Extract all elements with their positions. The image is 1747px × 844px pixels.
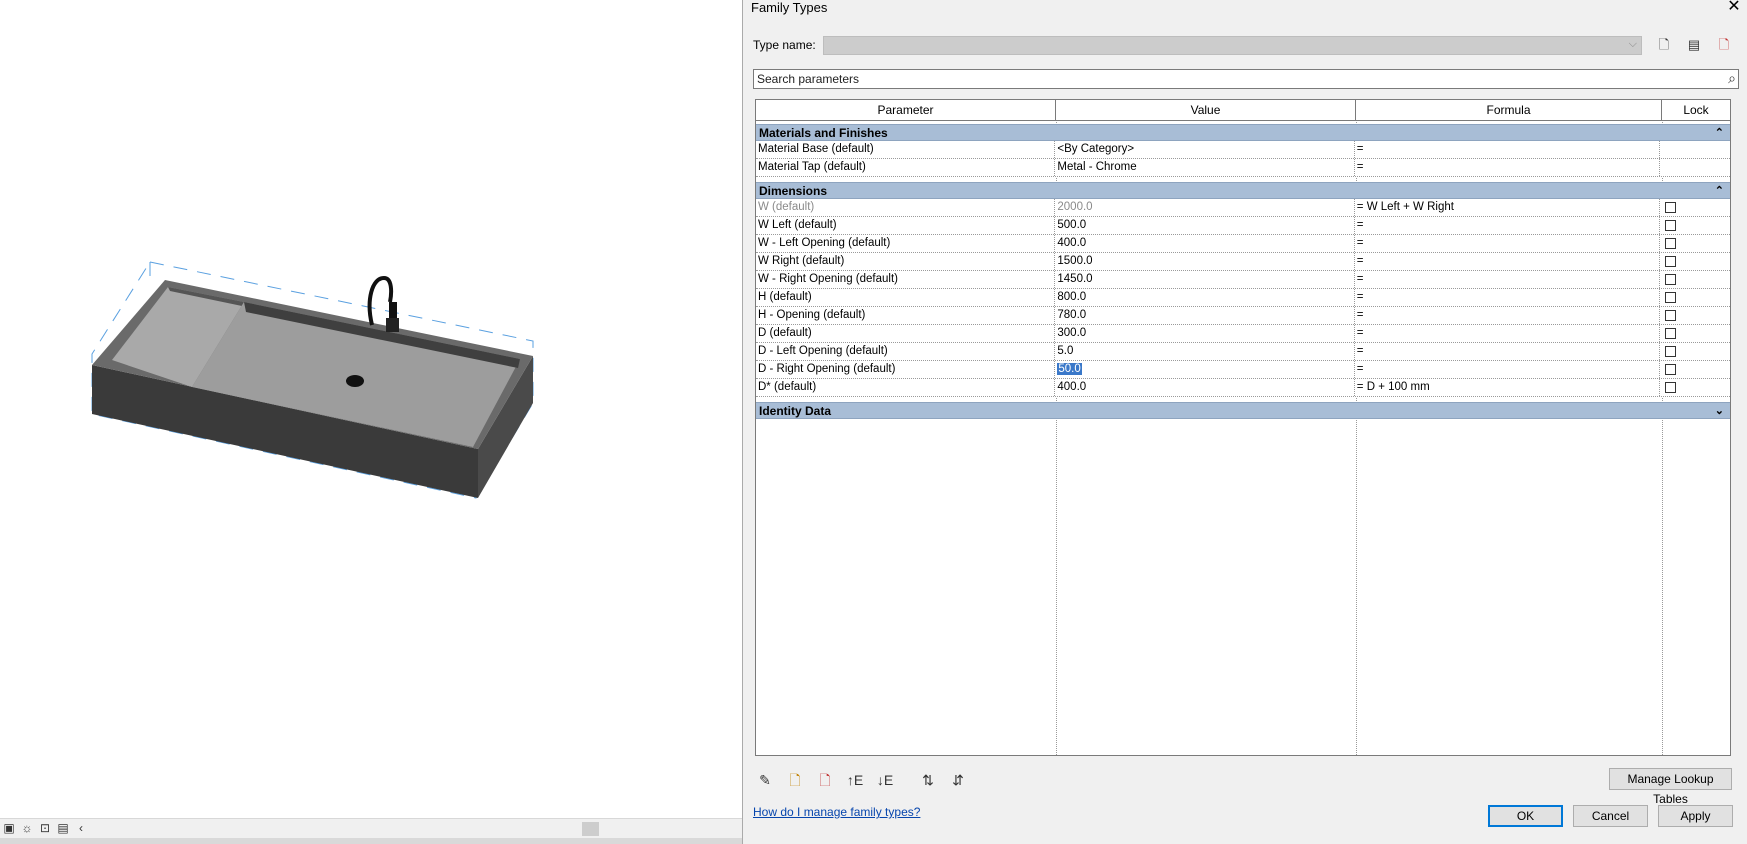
render-icon[interactable]: ▤ xyxy=(56,821,70,835)
rename-type-icon[interactable]: ▤ xyxy=(1685,36,1703,54)
type-name-label: Type name: xyxy=(753,38,816,52)
sink-model xyxy=(91,261,534,499)
apply-button[interactable]: Apply xyxy=(1658,805,1733,827)
param-row[interactable]: D - Right Opening (default) 50.0 = xyxy=(756,361,1730,379)
view-control-bar: ▣ ☼ ⊡ ▤ ‹ xyxy=(0,818,742,839)
header-parameter[interactable]: Parameter xyxy=(756,100,1056,120)
search-icon[interactable]: ⌕ xyxy=(1728,70,1736,87)
type-name-select[interactable]: ⌵ xyxy=(823,36,1642,55)
param-row[interactable]: W - Right Opening (default) 1450.0 = xyxy=(756,271,1730,289)
param-row[interactable]: W Left (default) 500.0 = xyxy=(756,217,1730,235)
param-row[interactable]: Material Tap (default) Metal - Chrome = xyxy=(756,159,1730,177)
param-row[interactable]: D* (default) 400.0 = D + 100 mm xyxy=(756,379,1730,397)
lock-checkbox[interactable] xyxy=(1665,382,1677,393)
sort-descending-icon[interactable]: ⇵ xyxy=(948,770,968,790)
param-row[interactable]: Material Base (default) <By Category> = xyxy=(756,141,1730,159)
lock-checkbox[interactable] xyxy=(1665,292,1677,303)
grid-header: Parameter Value Formula Lock xyxy=(756,100,1730,121)
crop-view-icon[interactable]: ⊡ xyxy=(38,821,52,835)
chevron-down-icon: ⌵ xyxy=(1628,38,1637,50)
lock-checkbox[interactable] xyxy=(1665,364,1677,375)
help-link[interactable]: How do I manage family types? xyxy=(753,805,920,819)
close-icon[interactable]: ✕ xyxy=(1725,0,1743,16)
header-value[interactable]: Value xyxy=(1056,100,1356,120)
manage-lookup-tables-button[interactable]: Manage Lookup Tables xyxy=(1609,768,1732,806)
param-row[interactable]: D (default) 300.0 = xyxy=(756,325,1730,343)
delete-parameter-icon[interactable]: 🗋 xyxy=(815,770,835,790)
param-row[interactable]: W Right (default) 1500.0 = xyxy=(756,253,1730,271)
search-input[interactable] xyxy=(754,70,1697,88)
sun-path-icon[interactable]: ☼ xyxy=(20,821,34,835)
param-row[interactable]: W - Left Opening (default) 400.0 = xyxy=(756,235,1730,253)
group-materials-and-finishes[interactable]: Materials and Finishes ⌃ xyxy=(756,124,1730,141)
param-row[interactable]: H - Opening (default) 780.0 = xyxy=(756,307,1730,325)
param-row[interactable]: W (default) 2000.0 = W Left + W Right xyxy=(756,199,1730,217)
header-lock[interactable]: Lock xyxy=(1662,100,1730,120)
lock-checkbox[interactable] xyxy=(1665,202,1677,213)
lock-checkbox[interactable] xyxy=(1665,238,1677,249)
param-row[interactable]: H (default) 800.0 = xyxy=(756,289,1730,307)
family-types-dialog: Family Types ✕ Type name: ⌵ 🗋 ▤ 🗋 ⌕ Para… xyxy=(742,0,1747,844)
ok-button[interactable]: OK xyxy=(1488,805,1563,827)
3d-viewport[interactable]: ▣ ☼ ⊡ ▤ ‹ xyxy=(0,0,742,844)
lock-checkbox[interactable] xyxy=(1665,256,1677,267)
lock-checkbox[interactable] xyxy=(1665,346,1677,357)
scroll-left-icon[interactable]: ‹ xyxy=(74,821,88,835)
lock-checkbox[interactable] xyxy=(1665,220,1677,231)
dialog-title: Family Types xyxy=(751,0,828,15)
move-down-icon[interactable]: ↓E xyxy=(875,770,895,790)
search-parameters-box[interactable]: ⌕ xyxy=(753,69,1739,89)
collapse-icon[interactable]: ⌃ xyxy=(1715,183,1724,199)
new-type-icon[interactable]: 🗋 xyxy=(1655,36,1673,54)
visual-style-icon[interactable]: ▣ xyxy=(2,821,16,835)
horizontal-scrollbar-thumb[interactable] xyxy=(582,822,599,836)
lock-checkbox[interactable] xyxy=(1665,310,1677,321)
new-parameter-icon[interactable]: 🗋 xyxy=(785,770,805,790)
parameters-grid: Parameter Value Formula Lock Materials a… xyxy=(755,99,1731,756)
cancel-button[interactable]: Cancel xyxy=(1573,805,1648,827)
group-identity-data[interactable]: Identity Data ⌄ xyxy=(756,402,1730,419)
header-formula[interactable]: Formula xyxy=(1356,100,1662,120)
delete-type-icon[interactable]: 🗋 xyxy=(1715,36,1733,54)
sort-ascending-icon[interactable]: ⇅ xyxy=(918,770,938,790)
collapse-icon[interactable]: ⌃ xyxy=(1715,125,1724,141)
lock-checkbox[interactable] xyxy=(1665,328,1677,339)
param-row[interactable]: D - Left Opening (default) 5.0 = xyxy=(756,343,1730,361)
value-editor-selected[interactable]: 50.0 xyxy=(1055,361,1355,378)
lock-checkbox[interactable] xyxy=(1665,274,1677,285)
move-up-icon[interactable]: ↑E xyxy=(845,770,865,790)
group-dimensions[interactable]: Dimensions ⌃ xyxy=(756,182,1730,199)
edit-parameter-icon[interactable]: ✎ xyxy=(755,770,775,790)
expand-icon[interactable]: ⌄ xyxy=(1715,403,1724,419)
